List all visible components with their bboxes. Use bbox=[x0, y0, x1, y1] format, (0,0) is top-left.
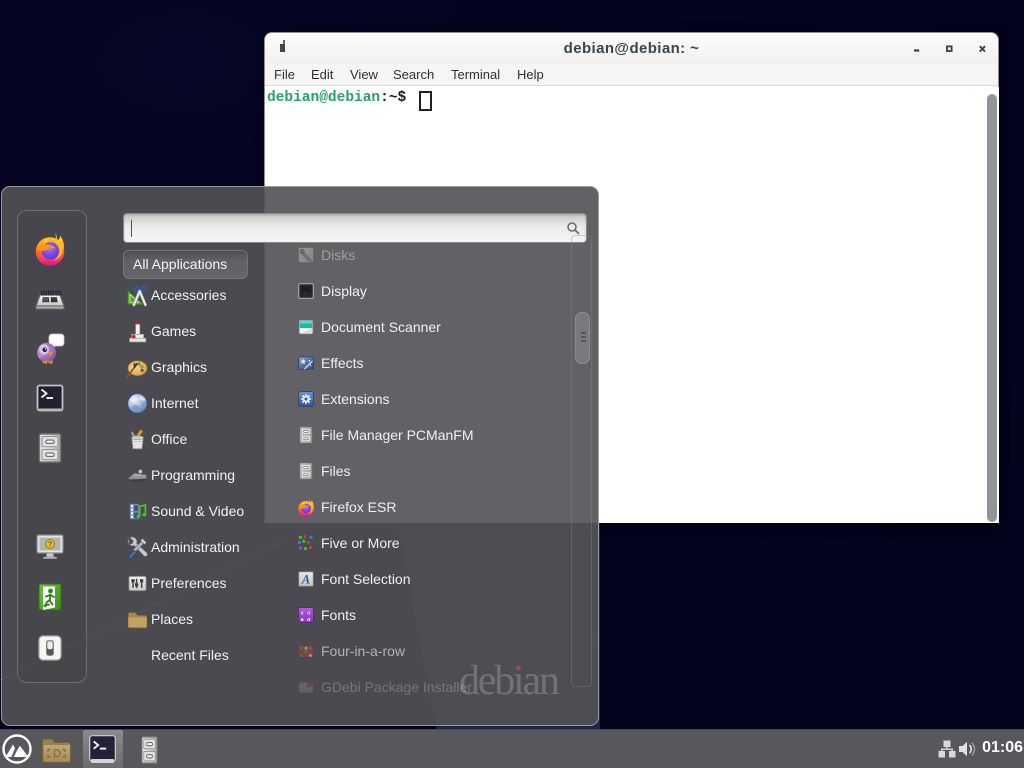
svg-text:a: a bbox=[307, 609, 310, 616]
svg-text:a: a bbox=[301, 609, 304, 616]
svg-text:A: A bbox=[301, 573, 310, 587]
svg-text:a: a bbox=[307, 616, 310, 623]
svg-text:?: ? bbox=[48, 542, 52, 549]
svg-text:a: a bbox=[301, 616, 304, 623]
